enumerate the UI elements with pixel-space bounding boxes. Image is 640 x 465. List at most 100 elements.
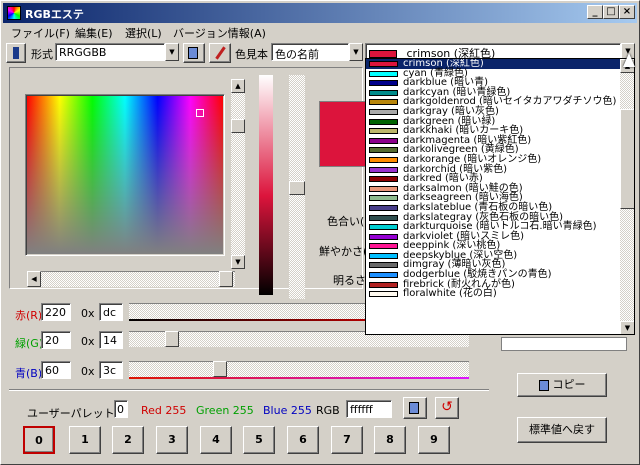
copy-format-button[interactable] xyxy=(183,43,205,63)
palette-button-0[interactable]: 0 xyxy=(23,426,55,454)
color-swatch xyxy=(369,137,398,144)
color-swatch xyxy=(369,262,398,269)
minimize-button[interactable]: _ xyxy=(587,5,603,19)
menu-file[interactable]: ファイル(F) xyxy=(11,25,70,41)
user-palette-label: ユーザーパレット: xyxy=(27,407,119,420)
luminance-bar[interactable] xyxy=(259,75,273,295)
maximize-button[interactable]: □ xyxy=(603,5,619,19)
red-hex-input[interactable]: dc xyxy=(99,303,123,321)
copy-icon xyxy=(188,47,198,59)
red-hex-prefix: 0x xyxy=(81,307,95,320)
color-swatch xyxy=(369,272,398,279)
color-swatch xyxy=(369,204,398,211)
palette-rgb-input[interactable]: ffffff xyxy=(346,400,392,418)
color-name-select[interactable]: crimson (深紅色) xyxy=(365,43,621,59)
sample-select[interactable]: 色の名前 xyxy=(271,43,349,61)
color-swatch xyxy=(369,108,398,115)
format-dropdown-arrow[interactable]: ▼ xyxy=(165,43,179,61)
green-hex-input[interactable]: 14 xyxy=(99,331,123,349)
picker-tool-button[interactable] xyxy=(6,43,26,63)
palette-copy-button[interactable] xyxy=(403,397,427,419)
color-swatch xyxy=(369,281,398,288)
color-swatch xyxy=(369,61,398,67)
mouse-cursor-icon xyxy=(623,53,635,67)
palette-button-9[interactable]: 9 xyxy=(418,426,450,454)
blue-label: 青(B) xyxy=(15,367,43,380)
color-swatch xyxy=(369,166,398,173)
sample-dropdown-arrow[interactable]: ▼ xyxy=(349,43,363,61)
palette-button-3[interactable]: 3 xyxy=(156,426,188,454)
blue-slider-gradient xyxy=(129,377,469,379)
main-window: RGBエステ _ □ × ファイル(F) 編集(E) 選択(L) バージョン情報… xyxy=(0,0,640,465)
palette-index-input[interactable]: 0 xyxy=(114,400,128,418)
palette-button-4[interactable]: 4 xyxy=(200,426,232,454)
hue-sat-cursor[interactable] xyxy=(196,109,204,117)
green-hex-prefix: 0x xyxy=(81,335,95,348)
color-swatch xyxy=(369,224,398,231)
format-select[interactable]: RRGGBB xyxy=(55,43,165,61)
hue-saturation-field[interactable] xyxy=(27,96,223,254)
palette-button-5[interactable]: 5 xyxy=(243,426,275,454)
dropdown-scroll-thumb[interactable] xyxy=(620,109,634,209)
copy-button-label: コピー xyxy=(552,378,586,391)
green-slider-thumb[interactable] xyxy=(165,331,179,347)
green-label: 緑(G) xyxy=(15,337,44,350)
dropdown-scroll-down-arrow[interactable]: ▼ xyxy=(620,321,634,334)
green-decimal-input[interactable]: 20 xyxy=(41,331,71,349)
menu-select[interactable]: 選択(L) xyxy=(125,25,162,41)
format-label: 形式 xyxy=(31,48,53,61)
sat-scroll-thumb[interactable] xyxy=(219,271,233,287)
color-name-dropdown-list[interactable]: crimson (深紅色) cyan (青緑色) darkblue (暗い青) dar… xyxy=(365,58,635,335)
color-swatch xyxy=(369,233,398,240)
separator xyxy=(9,389,489,391)
title-bar: RGBエステ _ □ × xyxy=(3,3,637,23)
blue-hex-prefix: 0x xyxy=(81,365,95,378)
color-swatch xyxy=(369,99,398,106)
red-label: 赤(R) xyxy=(15,309,43,322)
close-button[interactable]: × xyxy=(619,5,635,19)
selected-color-swatch xyxy=(369,50,397,58)
right-output-field xyxy=(501,337,627,351)
color-swatch xyxy=(369,80,398,87)
color-swatch xyxy=(369,147,398,154)
palette-red-value: Red 255 xyxy=(141,404,187,417)
palette-button-2[interactable]: 2 xyxy=(112,426,144,454)
menu-edit[interactable]: 編集(E) xyxy=(75,25,113,41)
window-title: RGBエステ xyxy=(25,8,84,21)
blue-hex-input[interactable]: 3c xyxy=(99,361,123,379)
color-swatch xyxy=(369,89,398,96)
hue-scroll-thumb[interactable] xyxy=(231,119,245,133)
menu-version[interactable]: バージョン情報(A) xyxy=(173,25,266,41)
eyedropper-icon xyxy=(215,46,226,60)
eyedropper-button[interactable] xyxy=(209,43,231,63)
color-swatch xyxy=(369,118,398,125)
copy-icon xyxy=(538,379,549,391)
copy-button[interactable]: コピー xyxy=(517,373,607,397)
color-swatch xyxy=(369,214,398,221)
luminance-scroll-thumb[interactable] xyxy=(289,181,305,195)
saturation-horizontal-scroll[interactable] xyxy=(27,271,235,287)
hue-scroll-up-arrow[interactable]: ▲ xyxy=(231,79,245,93)
color-swatch xyxy=(369,70,398,77)
palette-button-7[interactable]: 7 xyxy=(331,426,363,454)
palette-button-8[interactable]: 8 xyxy=(374,426,406,454)
color-swatch xyxy=(369,195,398,202)
blue-slider[interactable] xyxy=(129,361,469,377)
palette-button-1[interactable]: 1 xyxy=(69,426,101,454)
blue-decimal-input[interactable]: 60 xyxy=(41,361,71,379)
red-decimal-input[interactable]: 220 xyxy=(41,303,71,321)
blue-slider-thumb[interactable] xyxy=(213,361,227,377)
dropdown-item[interactable]: floralwhite (花の白) xyxy=(366,289,620,299)
app-icon xyxy=(7,6,21,20)
hue-vertical-scroll[interactable] xyxy=(231,79,245,269)
dropdown-item-label: floralwhite (花の白) xyxy=(403,288,497,300)
palette-button-6[interactable]: 6 xyxy=(287,426,319,454)
pipette-icon xyxy=(13,47,19,59)
sat-scroll-left-arrow[interactable]: ◀ xyxy=(27,271,41,287)
hue-scroll-down-arrow[interactable]: ▼ xyxy=(231,255,245,269)
palette-undo-button[interactable]: ↺ xyxy=(435,397,459,419)
palette-blue-value: Blue 255 xyxy=(263,404,312,417)
sample-label: 色見本 xyxy=(235,48,268,61)
reset-defaults-button[interactable]: 標準値へ戻す xyxy=(517,417,607,443)
menu-bar: ファイル(F) 編集(E) 選択(L) バージョン情報(A) xyxy=(3,23,637,41)
